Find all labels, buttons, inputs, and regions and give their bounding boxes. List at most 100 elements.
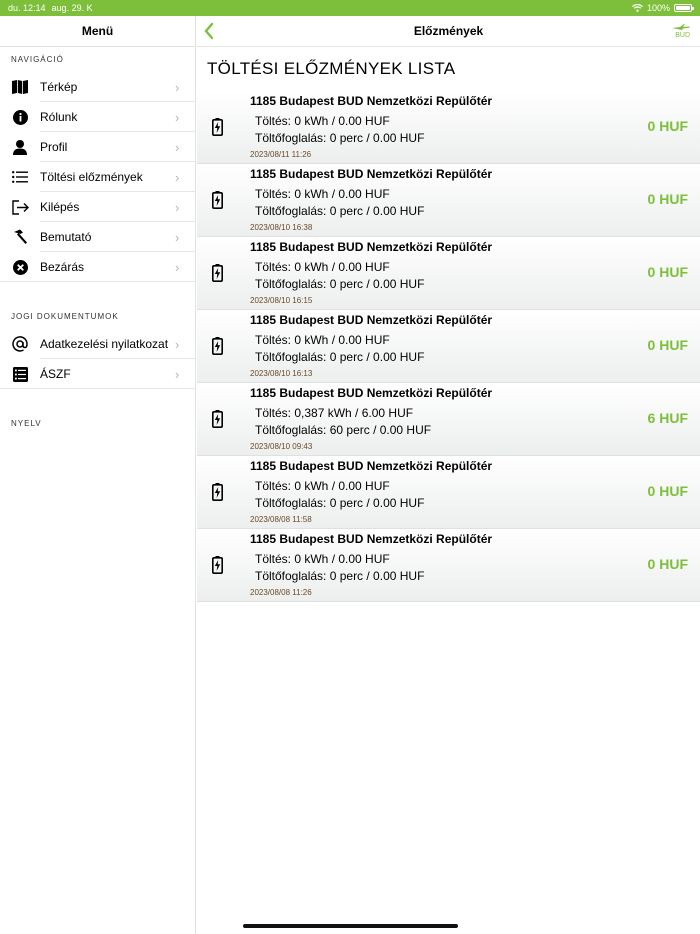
charge-summary: Töltés: 0 kWh / 0.00 HUF (255, 552, 390, 566)
session-date: 2023/08/10 16:15 (250, 296, 313, 305)
battery-charging-icon (212, 483, 223, 501)
status-date: aug. 29. K (51, 3, 93, 13)
person-icon (13, 139, 27, 155)
charge-summary: Töltés: 0 kWh / 0.00 HUF (255, 260, 390, 274)
sidebar-item-label: Rólunk (40, 110, 78, 124)
wifi-icon (632, 4, 643, 12)
chevron-right-icon: › (175, 229, 180, 245)
session-price: 0 HUF (647, 556, 688, 572)
map-icon (12, 80, 28, 94)
charge-summary: Töltés: 0 kWh / 0.00 HUF (255, 114, 390, 128)
sidebar-item-profile[interactable]: Profil › (0, 132, 195, 162)
charge-summary: Töltés: 0 kWh / 0.00 HUF (255, 187, 390, 201)
station-location: 1185 Budapest BUD Nemzetközi Repülőtér (250, 167, 493, 181)
battery-charging-icon (212, 556, 223, 574)
main-panel: Előzmények BUD TÖLTÉSI ELŐZMÉNYEK LISTA … (197, 16, 700, 934)
history-list: 1185 Budapest BUD Nemzetközi Repülőtér Tö… (197, 91, 700, 602)
chevron-left-icon (204, 22, 214, 40)
charge-summary: Töltés: 0 kWh / 0.00 HUF (255, 479, 390, 493)
history-row[interactable]: 1185 Budapest BUD Nemzetközi Repülőtér Tö… (197, 529, 700, 602)
chevron-right-icon: › (175, 366, 180, 382)
history-row[interactable]: 1185 Budapest BUD Nemzetközi Repülőtér Tö… (197, 164, 700, 237)
chevron-right-icon: › (175, 109, 180, 125)
session-date: 2023/08/10 16:38 (250, 223, 313, 232)
session-price: 6 HUF (647, 410, 688, 426)
chevron-right-icon: › (175, 199, 180, 215)
battery-charging-icon (212, 337, 223, 355)
sidebar-item-privacy[interactable]: Adatkezelési nyilatkozat › (0, 329, 195, 359)
history-row[interactable]: 1185 Budapest BUD Nemzetközi Repülőtér Tö… (197, 456, 700, 529)
station-location: 1185 Budapest BUD Nemzetközi Repülőtér (250, 94, 493, 108)
session-date: 2023/08/10 09:43 (250, 442, 313, 451)
sidebar-item-label: ÁSZF (40, 367, 71, 381)
sidebar: Menü NAVIGÁCIÓ Térkép › Rólunk › Profil … (0, 16, 196, 934)
charge-summary: Töltés: 0 kWh / 0.00 HUF (255, 333, 390, 347)
logo-text: BUD (675, 32, 690, 39)
document-list-icon (12, 366, 28, 382)
sidebar-item-logout[interactable]: Kilépés › (0, 192, 195, 222)
chevron-right-icon: › (175, 139, 180, 155)
list-icon (12, 171, 28, 183)
history-row[interactable]: 1185 Budapest BUD Nemzetközi Repülőtér Tö… (197, 310, 700, 383)
back-button[interactable] (203, 22, 219, 40)
chevron-right-icon: › (175, 259, 180, 275)
list-title: TÖLTÉSI ELŐZMÉNYEK LISTA (207, 59, 456, 78)
hammer-icon (14, 229, 27, 244)
sidebar-item-charging-history[interactable]: Töltési előzmények › (0, 162, 195, 192)
info-icon (12, 109, 28, 125)
bud-logo: BUD (672, 24, 690, 39)
sidebar-item-close[interactable]: Bezárás › (0, 252, 195, 282)
sidebar-item-tutorial[interactable]: Bemutató › (0, 222, 195, 252)
session-price: 0 HUF (647, 118, 688, 134)
sidebar-item-label: Bezárás (40, 260, 85, 274)
booking-summary: Töltőfoglalás: 0 perc / 0.00 HUF (255, 350, 425, 364)
sidebar-item-label: Töltési előzmények (40, 170, 143, 184)
booking-summary: Töltőfoglalás: 60 perc / 0.00 HUF (255, 423, 432, 437)
status-time: du. 12:14 (8, 3, 46, 13)
sidebar-item-terms[interactable]: ÁSZF › (0, 359, 195, 389)
sidebar-item-label: Profil (40, 140, 68, 154)
at-icon (12, 336, 28, 352)
page-title: Előzmények (413, 24, 484, 38)
chevron-right-icon: › (175, 79, 180, 95)
station-location: 1185 Budapest BUD Nemzetközi Repülőtér (250, 459, 493, 473)
sidebar-item-map[interactable]: Térkép › (0, 72, 195, 102)
sidebar-item-label: Térkép (40, 80, 78, 94)
sidebar-item-about[interactable]: Rólunk › (0, 102, 195, 132)
sidebar-item-label: Kilépés (40, 200, 80, 214)
plane-icon (672, 24, 690, 30)
session-date: 2023/08/08 11:26 (250, 588, 312, 597)
station-location: 1185 Budapest BUD Nemzetközi Repülőtér (250, 240, 493, 254)
section-label-navigation: NAVIGÁCIÓ (11, 55, 64, 64)
history-row[interactable]: 1185 Budapest BUD Nemzetközi Repülőtér Tö… (197, 237, 700, 310)
booking-summary: Töltőfoglalás: 0 perc / 0.00 HUF (255, 204, 425, 218)
history-row[interactable]: 1185 Budapest BUD Nemzetközi Repülőtér Tö… (197, 383, 700, 456)
battery-percent: 100% (646, 3, 670, 13)
session-date: 2023/08/10 16:13 (250, 369, 313, 378)
sidebar-item-label: Bemutató (40, 230, 92, 244)
battery-charging-icon (212, 410, 223, 428)
sidebar-item-label: Adatkezelési nyilatkozat (40, 337, 169, 351)
battery-icon (674, 4, 694, 12)
station-location: 1185 Budapest BUD Nemzetközi Repülőtér (250, 532, 493, 546)
section-label-legal: JOGI DOKUMENTUMOK (11, 312, 119, 321)
session-price: 0 HUF (647, 191, 688, 207)
close-icon (12, 259, 28, 275)
booking-summary: Töltőfoglalás: 0 perc / 0.00 HUF (255, 569, 425, 583)
booking-summary: Töltőfoglalás: 0 perc / 0.00 HUF (255, 131, 425, 145)
history-row[interactable]: 1185 Budapest BUD Nemzetközi Repülőtér Tö… (197, 91, 700, 164)
status-bar: du. 12:14 aug. 29. K 100% (0, 0, 700, 16)
battery-charging-icon (212, 191, 223, 209)
station-location: 1185 Budapest BUD Nemzetközi Repülőtér (250, 386, 493, 400)
booking-summary: Töltőfoglalás: 0 perc / 0.00 HUF (255, 496, 425, 510)
station-location: 1185 Budapest BUD Nemzetközi Repülőtér (250, 313, 493, 327)
charge-summary: Töltés: 0,387 kWh / 6.00 HUF (255, 406, 414, 420)
sidebar-title: Menü (0, 16, 195, 47)
booking-summary: Töltőfoglalás: 0 perc / 0.00 HUF (255, 277, 425, 291)
home-indicator[interactable] (243, 924, 458, 928)
session-date: 2023/08/11 11:26 (250, 150, 312, 159)
session-price: 0 HUF (647, 483, 688, 499)
section-label-language: NYELV (11, 419, 42, 428)
battery-charging-icon (212, 118, 223, 136)
battery-charging-icon (212, 264, 223, 282)
